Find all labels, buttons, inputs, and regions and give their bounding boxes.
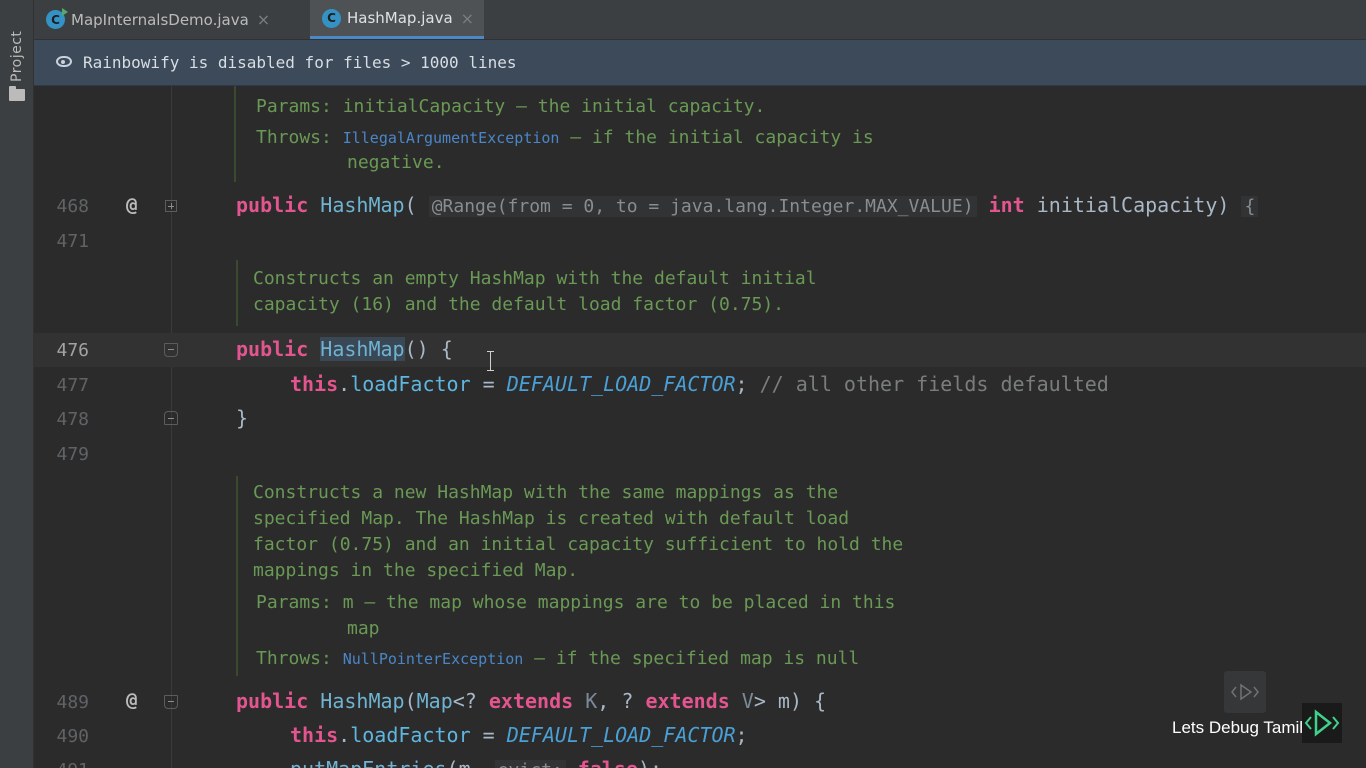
class-icon: C <box>322 8 341 28</box>
code-line: 479 <box>34 437 1366 471</box>
fold-collapse-icon[interactable] <box>164 695 178 709</box>
line-number: 479 <box>56 444 89 465</box>
mouse-ibeam-cursor <box>486 351 496 371</box>
javadoc-rendered-map-constructor: Constructs a new HashMap with the same m… <box>236 476 1038 676</box>
tab-hashmap[interactable]: C HashMap.java × <box>310 0 485 39</box>
code-line: 478 } <box>34 402 1366 436</box>
notification-text: Rainbowify is disabled for files > 1000 … <box>83 53 517 72</box>
doc-link[interactable]: IllegalArgumentException <box>343 129 560 147</box>
play-logo-icon <box>1302 703 1342 743</box>
code-line: 468 @ public HashMap( @Range(from = 0, t… <box>34 189 1366 223</box>
overrides-at-icon[interactable]: @ <box>126 194 137 216</box>
code-editor[interactable]: Params: initialCapacity – the initial ca… <box>34 86 1366 768</box>
code-line: 471 <box>34 224 1366 258</box>
line-number: 476 <box>56 340 89 361</box>
line-number: 490 <box>56 726 89 747</box>
tab-mapinternalsdemo[interactable]: C MapInternalsDemo.java × <box>42 0 278 39</box>
tab-label: HashMap.java <box>347 9 453 27</box>
overrides-at-icon[interactable]: @ <box>126 689 137 711</box>
project-tool-button[interactable]: Project <box>0 0 33 112</box>
fold-collapse-icon[interactable] <box>164 343 178 357</box>
folder-icon <box>9 86 25 101</box>
javadoc-rendered-constructor: Constructs an empty HashMap with the def… <box>236 260 938 326</box>
editor-tab-bar: C MapInternalsDemo.java × C HashMap.java… <box>34 0 1366 40</box>
line-number: 468 <box>56 196 89 217</box>
close-icon[interactable]: × <box>461 9 474 28</box>
watermark-icon <box>1224 671 1266 713</box>
line-number: 491 <box>34 760 89 768</box>
code-line: 489 @ public HashMap(Map<? extends K, ? … <box>34 685 1366 719</box>
code-line: 491 putMapEntries(m, evict: false); <box>34 753 1366 768</box>
fold-expand-icon[interactable] <box>165 200 177 212</box>
line-number: 478 <box>56 409 89 430</box>
tab-label: MapInternalsDemo.java <box>71 10 249 29</box>
channel-watermark-text: Lets Debug Tamil <box>1172 718 1304 737</box>
close-icon[interactable]: × <box>257 10 270 29</box>
editor-notification-banner: Rainbowify is disabled for files > 1000 … <box>34 40 1366 86</box>
line-number: 477 <box>56 375 89 396</box>
tool-window-strip: Project <box>0 0 34 768</box>
doc-link[interactable]: NullPointerException <box>343 650 524 668</box>
line-number: 489 <box>56 692 89 713</box>
javadoc-rendered-top: Params: initialCapacity – the initial ca… <box>234 86 1036 182</box>
code-line: 490 this.loadFactor = DEFAULT_LOAD_FACTO… <box>34 719 1366 753</box>
inlay-annotation-hint: @Range(from = 0, to = java.lang.Integer.… <box>428 196 977 217</box>
class-run-icon: C <box>46 8 68 29</box>
line-number: 471 <box>56 231 89 252</box>
eye-icon <box>56 56 72 67</box>
code-line-current: 476 public HashMap() { <box>34 333 1366 367</box>
fold-end-icon[interactable] <box>164 411 178 425</box>
code-line: 477 this.loadFactor = DEFAULT_LOAD_FACTO… <box>34 368 1366 402</box>
selected-identifier[interactable]: HashMap <box>320 337 405 361</box>
project-label: Project <box>9 30 25 82</box>
